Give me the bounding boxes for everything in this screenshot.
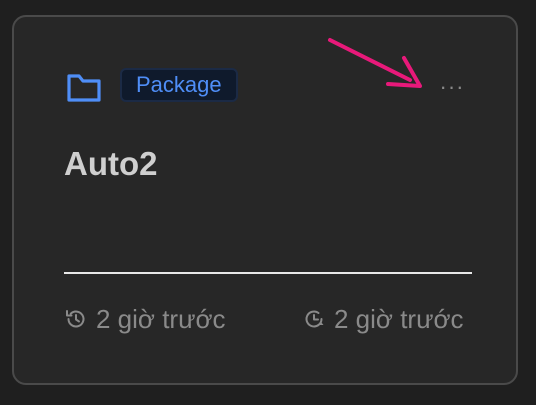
updated-time: 2 giờ trước xyxy=(302,304,464,334)
card-title: Auto2 xyxy=(64,145,158,182)
updated-time-text: 2 giờ trước xyxy=(334,303,464,334)
clock-update-icon xyxy=(305,310,324,328)
package-card[interactable]: Package ··· Auto2 2 giờ trước 2 giờ trướ… xyxy=(12,15,518,385)
folder-icon xyxy=(66,71,102,103)
divider xyxy=(64,272,472,274)
created-time-text: 2 giờ trước xyxy=(96,303,226,334)
created-time: 2 giờ trước xyxy=(64,304,226,334)
history-icon xyxy=(66,310,85,328)
package-badge: Package xyxy=(120,68,238,102)
more-options-button[interactable]: ··· xyxy=(432,75,472,99)
more-horizontal-icon[interactable]: ··· xyxy=(440,74,465,99)
